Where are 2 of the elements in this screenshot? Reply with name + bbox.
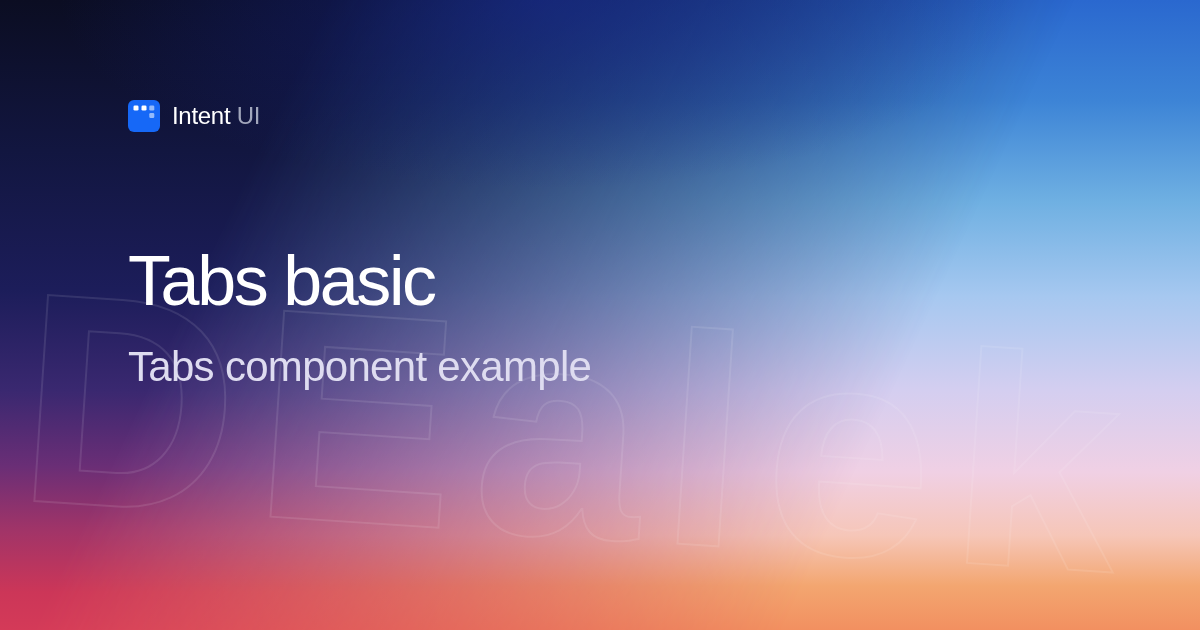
logo-icon (128, 100, 160, 132)
brand-name: Intent UI (172, 104, 261, 128)
